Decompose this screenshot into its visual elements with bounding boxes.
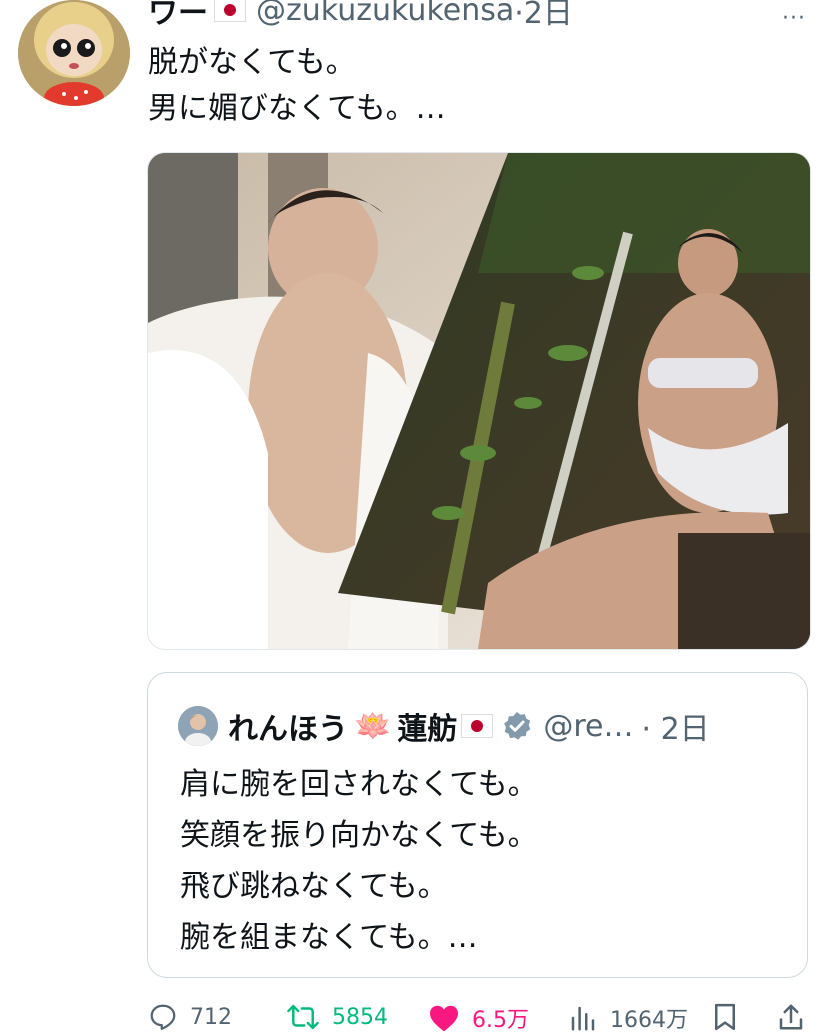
quoted-text-line: 肩に腕を回されなくても。 [180,767,538,802]
retweet-button[interactable]: 5854 [286,1002,388,1032]
quoted-tweet[interactable]: れんほう 🪷 蓮舫 @re… · 2日 肩に腕を回されなくても。 笑顔を振り向か… [147,672,808,978]
tweet-text-line[interactable]: 男に媚びなくても。… [148,86,446,132]
person-avatar-icon [178,706,218,746]
share-button[interactable] [776,1002,818,1032]
views-button[interactable]: 1664万 [568,1002,688,1034]
tweet-actions: 712 5854 6.5万 1664万 [0,998,828,1033]
verified-icon [501,710,533,742]
tweet-time[interactable]: ·2日 [514,0,573,32]
quoted-tweet-text: 肩に腕を回されなくても。 笑顔を振り向かなくても。 飛び跳ねなくても。 腕を組ま… [180,759,538,963]
bookmark-button[interactable] [712,1002,750,1032]
lotus-icon: 🪷 [354,708,392,744]
quoted-tweet-header: れんほう 🪷 蓮舫 @re… · 2日 [178,703,710,749]
like-count: 6.5万 [472,1008,529,1033]
quoted-text-line: 飛び跳ねなくても。 [180,869,448,904]
more-options-icon[interactable]: ··· [782,6,806,31]
author-avatar[interactable] [18,0,130,106]
quoted-text-line: 笑顔を振り向かなくても。 [180,818,538,853]
quoted-author-name: れんほう [228,712,348,747]
quoted-author-handle: @re… [543,708,634,744]
author-handle[interactable]: @zukuzukukensa [256,0,514,28]
photo-image [148,153,810,649]
tweet-photo[interactable] [147,152,811,650]
retweet-icon [287,1004,319,1030]
quoted-tweet-time: · 2日 [641,712,710,747]
quoted-author-avatar [178,706,218,746]
retweet-count: 5854 [332,1004,388,1030]
quoted-author-name-kanji: 蓮舫 [397,712,458,747]
tweet-text-line: 脱がなくても。 [148,45,356,80]
share-icon [779,1004,803,1030]
doll-avatar-icon [18,0,130,106]
reply-button[interactable]: 712 [148,1002,232,1032]
japan-flag-icon [461,714,494,738]
japan-flag-icon [214,0,246,22]
reply-icon [150,1004,176,1030]
bookmark-icon [715,1003,735,1031]
author-name[interactable]: ワー [148,0,208,32]
quoted-text-line[interactable]: 腕を組まなくても。… [180,912,538,963]
tweet-header: ワー @zukuzukukensa ·2日 [148,0,573,32]
like-button[interactable]: 6.5万 [428,1002,529,1034]
view-count: 1664万 [610,1008,688,1033]
tweet-text: 脱がなくても。 男に媚びなくても。… [148,40,446,132]
reply-count: 712 [190,1004,232,1030]
